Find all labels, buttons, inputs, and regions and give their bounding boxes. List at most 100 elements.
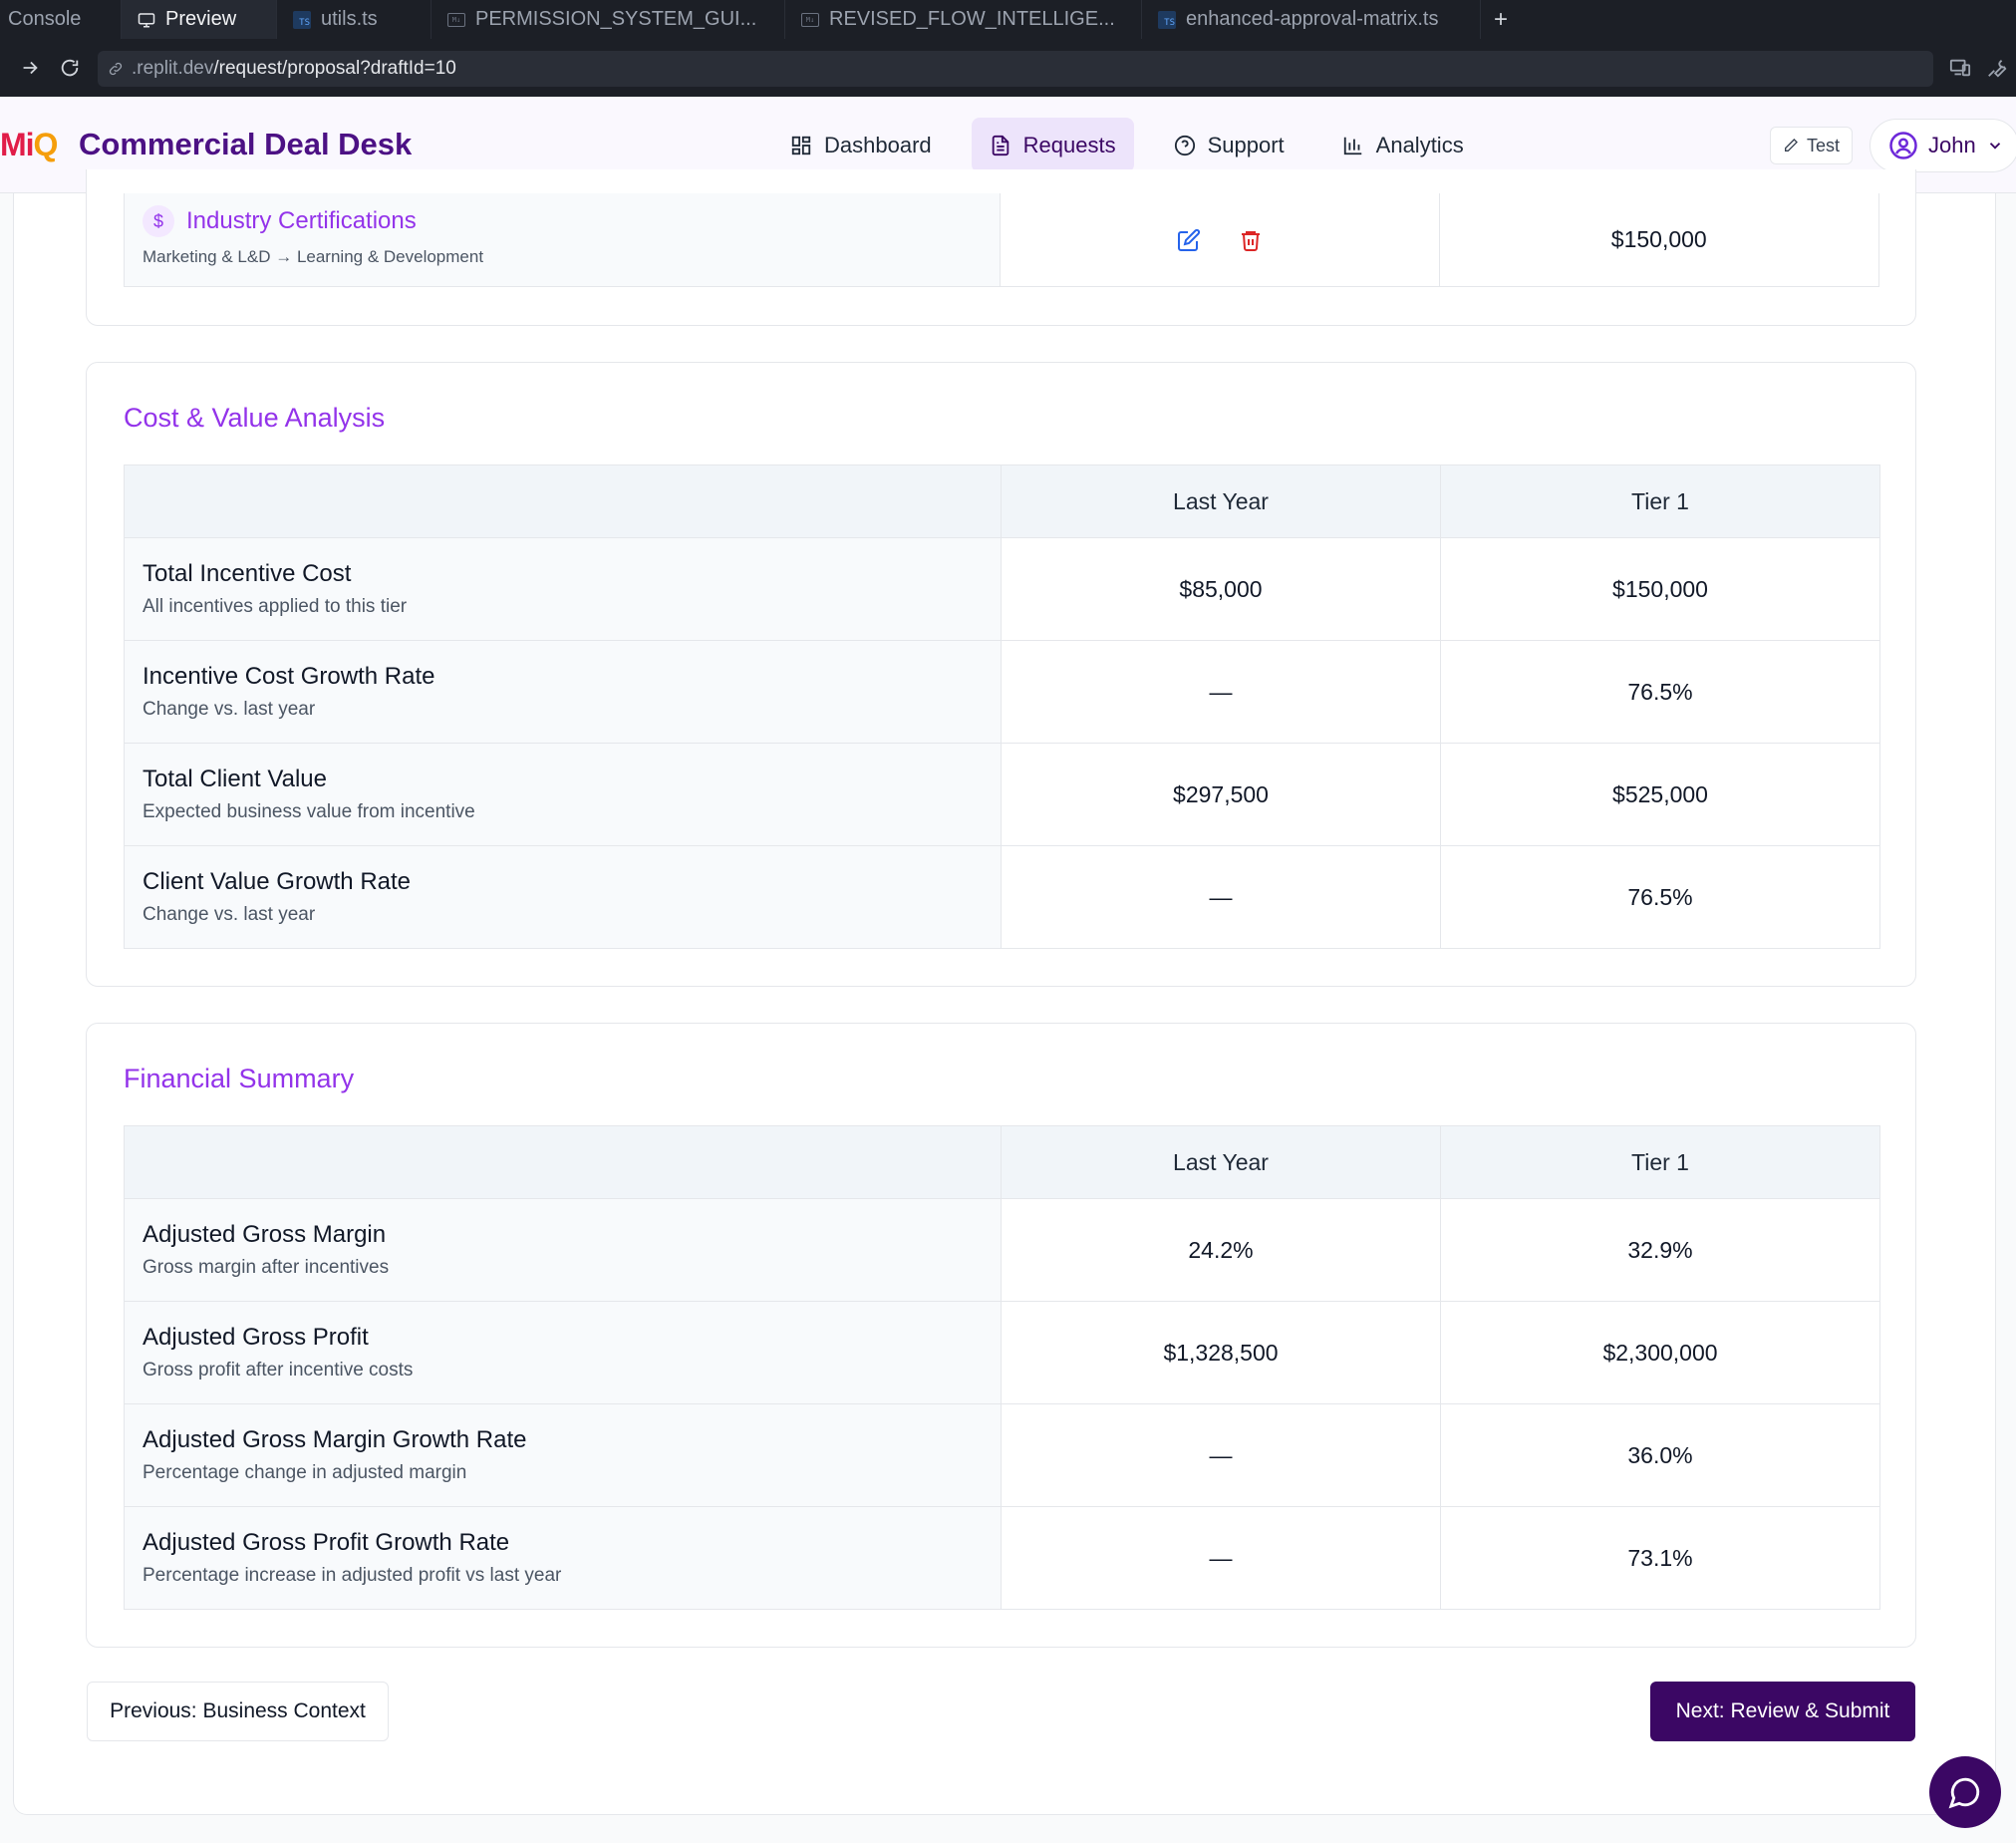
tab-label: enhanced-approval-matrix.ts: [1186, 8, 1439, 30]
incentive-title: $ Industry Certifications: [143, 205, 1000, 237]
ide-tab-bar: Console Preview TS utils.ts M↓ PERMISSIO…: [0, 0, 2016, 39]
row-label-cell: Total Incentive Cost All incentives appl…: [124, 537, 1002, 641]
address-input[interactable]: .replit.dev/request/proposal?draftId=10: [98, 51, 1933, 87]
miq-logo[interactable]: MiQ: [0, 127, 58, 163]
tab-utils-ts[interactable]: TS utils.ts: [277, 0, 432, 39]
edit-icon[interactable]: [1177, 228, 1201, 252]
row-title: Incentive Cost Growth Rate: [143, 663, 435, 690]
app-title: Commercial Deal Desk: [79, 127, 413, 161]
tab-preview[interactable]: Preview: [122, 0, 277, 39]
cost-value-section: Cost & Value Analysis Last Year Tier 1 T…: [86, 362, 1916, 987]
row-subtitle: All incentives applied to this tier: [143, 596, 408, 617]
monitor-icon: [138, 12, 155, 27]
section-title: Financial Summary: [124, 1064, 355, 1093]
tab-label: PERMISSION_SYSTEM_GUI...: [475, 8, 757, 30]
column-header-tier-1: Tier 1: [1440, 1125, 1880, 1199]
url-bar: .replit.dev/request/proposal?draftId=10: [0, 39, 2016, 97]
table-header-row: Last Year Tier 1: [124, 464, 1880, 538]
trash-icon[interactable]: [1239, 228, 1263, 252]
table-row: Total Client Value Expected business val…: [124, 743, 1880, 846]
row-label-cell: Incentive Cost Growth Rate Change vs. la…: [124, 640, 1002, 744]
plus-icon: +: [1493, 5, 1508, 33]
last-year-value: $297,500: [1001, 743, 1441, 846]
row-subtitle: Percentage increase in adjusted profit v…: [143, 1565, 562, 1586]
tier-1-value: 36.0%: [1440, 1403, 1880, 1507]
reload-button[interactable]: [50, 48, 90, 88]
tier-1-value: 76.5%: [1440, 845, 1880, 949]
table-row: Adjusted Gross Profit Growth Rate Percen…: [124, 1506, 1880, 1610]
test-label: Test: [1807, 135, 1841, 155]
forward-button[interactable]: [10, 48, 50, 88]
table-row: Adjusted Gross Margin Growth Rate Percen…: [124, 1403, 1880, 1507]
last-year-value: —: [1001, 640, 1441, 744]
row-subtitle: Gross profit after incentive costs: [143, 1360, 414, 1381]
nav-analytics[interactable]: Analytics: [1324, 118, 1482, 172]
tier-1-value: $150,000: [1440, 537, 1880, 641]
row-label-cell: Adjusted Gross Profit Growth Rate Percen…: [124, 1506, 1002, 1610]
tier-1-value: 73.1%: [1440, 1506, 1880, 1610]
row-label-cell: Total Client Value Expected business val…: [124, 743, 1002, 846]
bar-chart-icon: [1343, 137, 1361, 154]
chevron-down-icon: [1989, 143, 2000, 150]
md-file-icon: M↓: [801, 12, 819, 27]
tier-1-value: $525,000: [1440, 743, 1880, 846]
table-row: Adjusted Gross Margin Gross margin after…: [124, 1198, 1880, 1302]
row-title: Adjusted Gross Margin Growth Rate: [143, 1426, 527, 1453]
ts-file-icon: TS: [1158, 10, 1176, 29]
next-step-button[interactable]: Next: Review & Submit: [1650, 1682, 1915, 1741]
cost-value-table: Last Year Tier 1 Total Incentive Cost Al…: [124, 464, 1880, 949]
tab-label: Console: [8, 8, 82, 30]
pencil-icon: [1785, 139, 1798, 152]
md-file-icon: M↓: [447, 12, 465, 27]
devices-icon[interactable]: [1948, 57, 1972, 79]
nav-dashboard[interactable]: Dashboard: [772, 118, 950, 172]
user-name: John: [1928, 133, 1976, 157]
row-subtitle: Gross margin after incentives: [143, 1257, 390, 1278]
url-host: .replit.dev: [132, 58, 214, 79]
tab-enhanced-approval-matrix[interactable]: TS enhanced-approval-matrix.ts: [1142, 0, 1481, 39]
main-nav: Dashboard Requests Support Analytics: [772, 118, 1482, 172]
test-button[interactable]: Test: [1770, 127, 1854, 164]
user-menu-button[interactable]: John: [1870, 119, 2016, 172]
dashboard-icon: [791, 136, 811, 154]
column-header-tier-1: Tier 1: [1440, 464, 1880, 538]
chat-bubble-icon: [1948, 1777, 1980, 1809]
row-label-cell: Adjusted Gross Margin Gross margin after…: [124, 1198, 1002, 1302]
previous-step-button[interactable]: Previous: Business Context: [87, 1682, 389, 1741]
row-label-cell: Adjusted Gross Profit Gross profit after…: [124, 1301, 1002, 1404]
column-header: [124, 464, 1002, 538]
incentive-row: $ Industry Certifications Marketing & L&…: [124, 193, 1879, 287]
row-subtitle: Change vs. last year: [143, 699, 316, 720]
tier-1-value: 76.5%: [1440, 640, 1880, 744]
dollar-icon: $: [143, 205, 174, 237]
row-subtitle: Percentage change in adjusted margin: [143, 1462, 467, 1483]
incentive-category: Marketing & L&D → Learning & Development: [143, 247, 484, 266]
last-year-value: —: [1001, 1403, 1441, 1507]
nav-requests[interactable]: Requests: [971, 118, 1134, 172]
nav-support[interactable]: Support: [1156, 118, 1302, 172]
column-header-last-year: Last Year: [1001, 464, 1441, 538]
row-title: Client Value Growth Rate: [143, 868, 412, 895]
table-row: Adjusted Gross Profit Gross profit after…: [124, 1301, 1880, 1404]
tab-permission-system-guide[interactable]: M↓ PERMISSION_SYSTEM_GUI...: [432, 0, 785, 39]
last-year-value: $1,328,500: [1001, 1301, 1441, 1404]
row-label-cell: Adjusted Gross Margin Growth Rate Percen…: [124, 1403, 1002, 1507]
user-circle-icon: [1889, 132, 1917, 159]
nav-label: Analytics: [1375, 132, 1464, 157]
last-year-value: —: [1001, 845, 1441, 949]
chat-button[interactable]: [1929, 1756, 2001, 1828]
table-row: Total Incentive Cost All incentives appl…: [124, 537, 1880, 641]
new-tab-button[interactable]: +: [1481, 0, 1521, 39]
row-title: Adjusted Gross Profit Growth Rate: [143, 1529, 510, 1556]
wrench-icon[interactable]: [1986, 57, 2008, 79]
nav-label: Dashboard: [824, 132, 932, 157]
last-year-value: —: [1001, 1506, 1441, 1610]
reload-icon: [61, 59, 79, 77]
row-title: Total Incentive Cost: [143, 560, 352, 587]
table-header-row: Last Year Tier 1: [124, 1125, 1880, 1199]
tab-revised-flow[interactable]: M↓ REVISED_FLOW_INTELLIGE...: [785, 0, 1142, 39]
table-row: Incentive Cost Growth Rate Change vs. la…: [124, 640, 1880, 744]
tab-console[interactable]: Console: [0, 0, 122, 39]
tab-label: REVISED_FLOW_INTELLIGE...: [829, 8, 1115, 30]
column-header-last-year: Last Year: [1001, 1125, 1441, 1199]
